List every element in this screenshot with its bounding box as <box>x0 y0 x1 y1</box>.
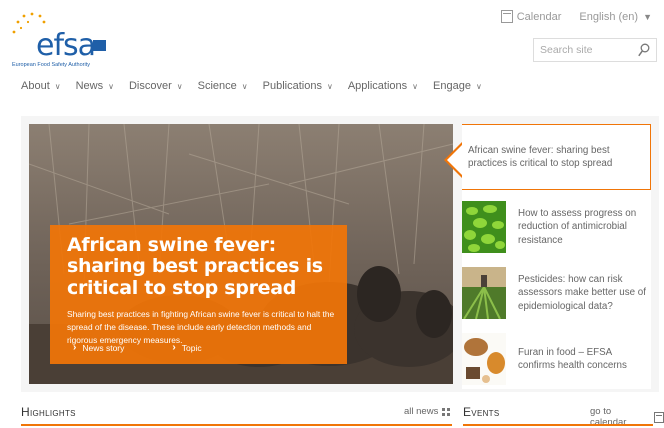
nav-label: News <box>75 80 104 92</box>
nav-item-publications[interactable]: Publications ∨ <box>263 80 333 92</box>
nav-item-discover[interactable]: Discover ∨ <box>129 80 183 92</box>
search-box <box>533 38 657 62</box>
grid-icon <box>442 407 451 416</box>
calendar-icon <box>654 411 664 423</box>
eu-flag-icon <box>93 40 106 51</box>
language-label: English (en) <box>579 10 639 23</box>
nav-item-applications[interactable]: Applications ∨ <box>348 80 418 92</box>
carousel-item-active[interactable]: African swine fever: sharing best practi… <box>444 124 651 190</box>
news-story-label: News story <box>82 342 125 353</box>
language-selector[interactable]: English (en) ▼ <box>579 11 652 23</box>
chevron-down-icon: ∨ <box>326 81 333 91</box>
carousel-item[interactable]: How to assess progress on reduction of a… <box>462 197 651 257</box>
calendar-label: Calendar <box>516 10 562 23</box>
search-icon[interactable] <box>638 43 650 57</box>
topic-label: Topic <box>181 342 202 353</box>
main-nav: About ∨ News ∨ Discover ∨ Science ∨ Publicat… <box>21 80 482 92</box>
calendar-icon <box>500 10 513 23</box>
hero-links: › News story › Topic <box>73 342 202 353</box>
logo-wordmark: efsa <box>36 28 96 63</box>
news-story-link[interactable]: › News story <box>73 342 124 353</box>
food-icon <box>462 333 506 385</box>
bacteria-icon <box>462 201 506 253</box>
nav-label: Science <box>197 80 237 92</box>
hero-summary: Sharing best practices in fighting Afric… <box>67 308 335 345</box>
nav-label: Discover <box>128 80 172 92</box>
events-divider <box>463 424 653 426</box>
carousel-item-list: African swine fever: sharing best practi… <box>444 124 651 389</box>
chevron-down-icon: ∨ <box>176 81 183 91</box>
events-heading: Events <box>463 405 500 419</box>
carousel-item-label: African swine fever: sharing best practi… <box>468 144 613 169</box>
nav-item-news[interactable]: News ∨ <box>76 80 114 92</box>
all-news-label: all news <box>404 406 439 417</box>
topic-link[interactable]: › Topic <box>172 342 201 353</box>
field-icon <box>462 267 506 319</box>
highlights-divider <box>21 424 452 426</box>
nav-item-science[interactable]: Science ∨ <box>198 80 248 92</box>
chevron-down-icon: ∨ <box>241 81 248 91</box>
nav-label: Publications <box>262 80 322 92</box>
all-news-link[interactable]: all news <box>404 406 451 417</box>
carousel-item-label: How to assess progress on reduction of a… <box>518 208 637 246</box>
nav-label: About <box>21 80 50 92</box>
nav-label: Engage <box>433 80 471 92</box>
chevron-down-icon: ∨ <box>412 81 419 91</box>
hero-caption-panel: African swine fever: sharing best practi… <box>50 225 347 364</box>
nav-item-about[interactable]: About ∨ <box>21 80 61 92</box>
nav-label: Applications <box>347 80 408 92</box>
logo-subtitle: European Food Safety Authority <box>12 62 90 68</box>
chevron-right-icon: › <box>172 342 176 353</box>
highlights-heading: Highlights <box>21 405 76 419</box>
carousel-item[interactable]: Pesticides: how can risk assessors make … <box>462 261 651 325</box>
carousel-item[interactable]: Furan in food – EFSA confirms health con… <box>462 329 651 389</box>
chevron-down-icon: ∨ <box>54 81 61 91</box>
dropdown-triangle-icon: ▼ <box>643 11 652 22</box>
carousel-item-label: Pesticides: how can risk assessors make … <box>518 274 646 312</box>
top-utility-bar: Calendar English (en) ▼ <box>500 10 652 23</box>
carousel-item-label: Furan in food – EFSA confirms health con… <box>518 346 627 371</box>
hero-carousel: African swine fever: sharing best practi… <box>21 116 659 392</box>
hero-title[interactable]: African swine fever: sharing best practi… <box>67 234 337 299</box>
chevron-down-icon: ∨ <box>108 81 114 91</box>
chevron-right-icon: › <box>73 342 77 353</box>
chevron-down-icon: ∨ <box>475 81 482 91</box>
efsa-logo[interactable]: efsa European Food Safety Authority <box>10 10 120 70</box>
calendar-link[interactable]: Calendar <box>500 10 562 23</box>
nav-item-engage[interactable]: Engage ∨ <box>433 80 482 92</box>
